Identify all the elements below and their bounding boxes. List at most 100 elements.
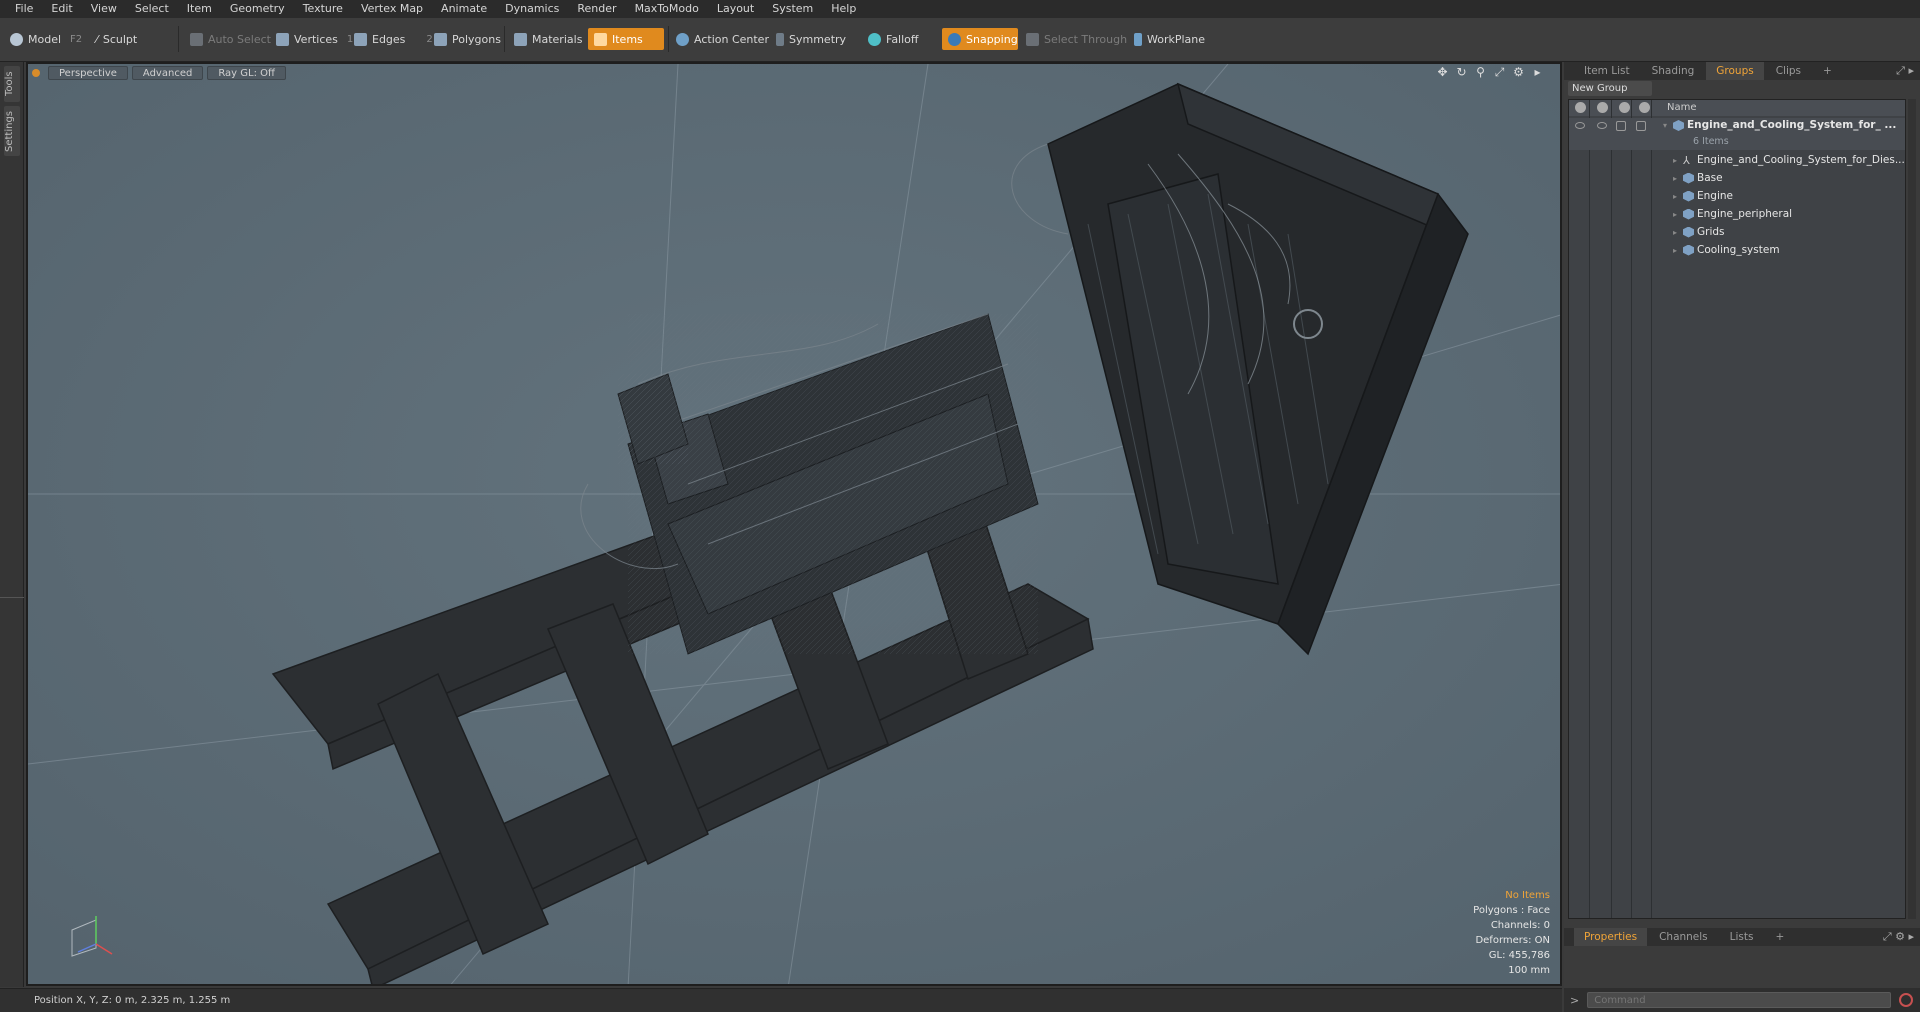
menu-file[interactable]: File (6, 0, 42, 18)
tab-clips[interactable]: Clips (1766, 62, 1811, 80)
add-tab-icon[interactable]: + (1813, 62, 1842, 80)
pan-icon[interactable]: ✥ (1436, 66, 1449, 79)
menu-render[interactable]: Render (568, 0, 625, 18)
polygons-label: Polygons (452, 32, 501, 46)
select-through-button[interactable]: Select Through (1020, 28, 1133, 50)
expand-arrow-icon[interactable]: ▸ (1673, 210, 1677, 219)
menu-edit[interactable]: Edit (42, 0, 81, 18)
properties-tabs: Properties Channels Lists + ⤢ ⚙ ▸ (1564, 928, 1920, 946)
menu-help[interactable]: Help (822, 0, 865, 18)
view-type-button[interactable]: Perspective (48, 66, 128, 80)
main-toolbar: Model F2 ⁄ Sculpt Auto Select Vertices 1… (0, 18, 1920, 62)
deformers-status: Deformers: ON (1475, 935, 1550, 946)
expand-arrow-icon[interactable]: ▸ (1673, 174, 1677, 183)
list-item[interactable]: ▸ Engine_peripheral (1569, 205, 1905, 223)
list-item[interactable]: ▸ Base (1569, 169, 1905, 187)
sculpt-mode-button[interactable]: ⁄ Sculpt (90, 28, 143, 50)
menu-layout[interactable]: Layout (708, 0, 763, 18)
auto-select-button[interactable]: Auto Select (184, 28, 277, 50)
list-item[interactable]: ▸ Cooling_system (1569, 241, 1905, 259)
expand-arrow-icon[interactable]: ▸ (1673, 156, 1677, 165)
auto-select-label: Auto Select (208, 32, 271, 46)
fit-icon[interactable]: ⤢ (1493, 66, 1506, 79)
menu-maxtomodo[interactable]: MaxToModo (626, 0, 708, 18)
tab-shading[interactable]: Shading (1642, 62, 1705, 80)
list-item[interactable]: ▸ ⅄ Engine_and_Cooling_System_for_Dies..… (1569, 151, 1905, 169)
symmetry-button[interactable]: Symmetry (770, 28, 852, 50)
edges-button[interactable]: Edges 2 (348, 28, 439, 50)
menu-geometry[interactable]: Geometry (221, 0, 294, 18)
tab-properties[interactable]: Properties (1574, 928, 1648, 946)
viewport-menu-icon[interactable] (32, 69, 40, 77)
auto-select-icon (190, 32, 203, 46)
materials-button[interactable]: Materials (508, 28, 588, 50)
menu-animate[interactable]: Animate (432, 0, 496, 18)
command-history-icon[interactable] (1899, 993, 1914, 1007)
tab-lists[interactable]: Lists (1720, 928, 1764, 946)
add-tab-icon[interactable]: + (1765, 928, 1794, 946)
items-button[interactable]: Items (588, 28, 664, 50)
model-mode-button[interactable]: Model F2 (4, 28, 88, 50)
lock-toggle-icon[interactable] (1616, 121, 1626, 131)
render-column-icon[interactable] (1597, 102, 1608, 113)
raygl-button[interactable]: Ray GL: Off (207, 66, 286, 80)
command-bar: > (1564, 988, 1920, 1012)
shading-mode-button[interactable]: Advanced (131, 66, 204, 80)
3d-viewport[interactable]: Perspective Advanced Ray GL: Off ✥ ↻ ⚲ ⤢… (26, 62, 1562, 986)
panel-expand-icon[interactable]: ⤢ ▸ (1896, 64, 1914, 78)
menu-texture[interactable]: Texture (294, 0, 352, 18)
expand-arrow-icon[interactable]: ▸ (1673, 246, 1677, 255)
rotate-icon[interactable]: ↻ (1455, 66, 1468, 79)
menu-system[interactable]: System (763, 0, 822, 18)
workplane-button[interactable]: WorkPlane (1128, 28, 1211, 50)
snapping-button[interactable]: Snapping (942, 28, 1018, 50)
menu-dynamics[interactable]: Dynamics (496, 0, 568, 18)
scene-render[interactable] (28, 64, 1562, 986)
gear-icon[interactable]: ⚙ (1512, 66, 1525, 79)
mesh-icon (1683, 244, 1694, 256)
falloff-button[interactable]: Falloff (862, 28, 924, 50)
expand-arrow-icon[interactable]: ▸ (1673, 192, 1677, 201)
list-item[interactable]: ▸ Grids (1569, 223, 1905, 241)
model-shortcut: F2 (70, 33, 83, 45)
action-center-button[interactable]: Action Center (670, 28, 775, 50)
visibility-column-icon[interactable] (1575, 102, 1586, 113)
group-tree-scrollbar[interactable] (1908, 99, 1916, 919)
expand-arrow-icon[interactable]: ▸ (1673, 228, 1677, 237)
expand-arrow-icon[interactable]: ▸ (1531, 66, 1544, 79)
falloff-label: Falloff (886, 32, 919, 46)
menu-item[interactable]: Item (178, 0, 221, 18)
select-column-icon[interactable] (1639, 102, 1650, 113)
tab-item-list[interactable]: Item List (1574, 62, 1640, 80)
list-item[interactable]: ▸ Engine (1569, 187, 1905, 205)
new-group-button[interactable]: New Group (1568, 81, 1652, 96)
locator-icon: ⅄ (1683, 153, 1690, 167)
tab-settings[interactable]: Settings (4, 106, 20, 156)
polygons-button[interactable]: Polygons (428, 28, 507, 50)
axis-gizmo (71, 916, 113, 957)
lock-column-icon[interactable] (1619, 102, 1630, 113)
tab-channels[interactable]: Channels (1649, 928, 1718, 946)
model-label: Model (28, 32, 62, 46)
group-row[interactable]: ▾ Engine_and_Cooling_System_for_ ... 6 I… (1569, 118, 1905, 150)
materials-label: Materials (532, 32, 583, 46)
viewport-nav-icons: ✥ ↻ ⚲ ⤢ ⚙ ▸ (1436, 66, 1544, 79)
panel-expand-icon[interactable]: ⤢ ⚙ ▸ (1883, 930, 1914, 944)
menu-view[interactable]: View (82, 0, 126, 18)
select-toggle-icon[interactable] (1636, 121, 1646, 131)
symmetry-icon (776, 32, 784, 46)
snapping-label: Snapping (966, 32, 1018, 46)
name-column-header[interactable]: Name (1667, 102, 1697, 113)
vertices-button[interactable]: Vertices 1 (270, 28, 359, 50)
render-toggle-icon[interactable] (1597, 122, 1607, 129)
tab-tools[interactable]: Tools (4, 66, 20, 102)
visibility-toggle-icon[interactable] (1575, 122, 1585, 129)
item-label: Base (1697, 172, 1723, 184)
zoom-icon[interactable]: ⚲ (1474, 66, 1487, 79)
command-input[interactable] (1587, 992, 1892, 1008)
select-through-label: Select Through (1044, 32, 1128, 46)
expand-arrow-icon[interactable]: ▾ (1663, 121, 1667, 130)
tab-groups[interactable]: Groups (1706, 62, 1764, 80)
menu-vertex-map[interactable]: Vertex Map (352, 0, 432, 18)
menu-select[interactable]: Select (126, 0, 178, 18)
